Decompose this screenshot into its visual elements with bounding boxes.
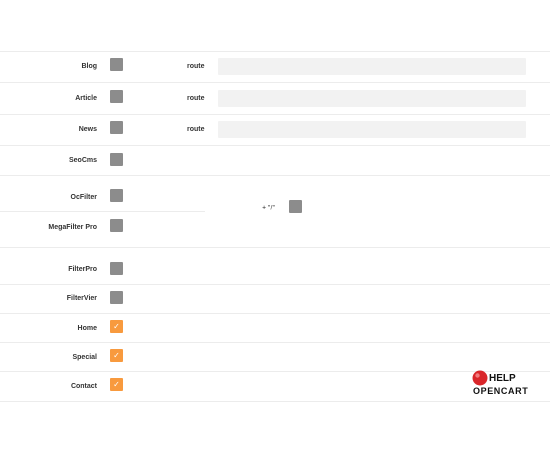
help-opencart-logo: HELP OPENCART: [472, 369, 544, 399]
logo-line2: OPENCART: [473, 386, 528, 396]
filterpro-label: FilterPro: [68, 266, 97, 273]
seocms-checkbox[interactable]: [110, 153, 123, 166]
home-checkbox[interactable]: [110, 320, 123, 333]
row-divider: [0, 247, 550, 248]
blog-label: Blog: [81, 63, 97, 70]
contact-checkbox[interactable]: [110, 378, 123, 391]
row-divider: [0, 211, 205, 212]
filterpro-checkbox[interactable]: [110, 262, 123, 275]
trailing-slash-checkbox[interactable]: [289, 200, 302, 213]
row-divider: [0, 342, 550, 343]
news-route-label: route: [187, 126, 205, 133]
home-label: Home: [77, 325, 97, 332]
trailing-slash-label: + "/": [262, 205, 275, 211]
megafilter-pro-checkbox[interactable]: [110, 219, 123, 232]
filtervier-label: FilterVier: [66, 295, 97, 302]
seocms-label: SeoCms: [68, 157, 97, 164]
article-route-label: route: [187, 95, 205, 102]
row-divider: [0, 401, 550, 402]
row-divider: [0, 82, 550, 83]
row-divider: [0, 175, 550, 176]
logo-line1: HELP: [489, 373, 516, 384]
row-divider: [0, 114, 550, 115]
article-checkbox[interactable]: [110, 90, 123, 103]
news-checkbox[interactable]: [110, 121, 123, 134]
blog-route-input[interactable]: [218, 58, 526, 75]
special-checkbox[interactable]: [110, 349, 123, 362]
article-route-input[interactable]: [218, 90, 526, 107]
row-divider: [0, 145, 550, 146]
news-route-input[interactable]: [218, 121, 526, 138]
logo-ball-icon: [472, 370, 488, 386]
megafilter-pro-label: MegaFilter Pro: [48, 224, 97, 231]
blog-route-label: route: [187, 63, 205, 70]
row-divider: [0, 371, 550, 372]
row-divider: [0, 284, 550, 285]
row-divider: [0, 313, 550, 314]
news-label: News: [78, 126, 97, 133]
row-divider: [0, 51, 550, 52]
special-label: Special: [72, 354, 97, 361]
blog-checkbox[interactable]: [110, 58, 123, 71]
contact-label: Contact: [70, 383, 97, 390]
logo-graphic: HELP OPENCART: [472, 370, 528, 396]
ocfilter-label: OcFilter: [70, 194, 97, 201]
filtervier-checkbox[interactable]: [110, 291, 123, 304]
ocfilter-checkbox[interactable]: [110, 189, 123, 202]
article-label: Article: [75, 95, 97, 102]
